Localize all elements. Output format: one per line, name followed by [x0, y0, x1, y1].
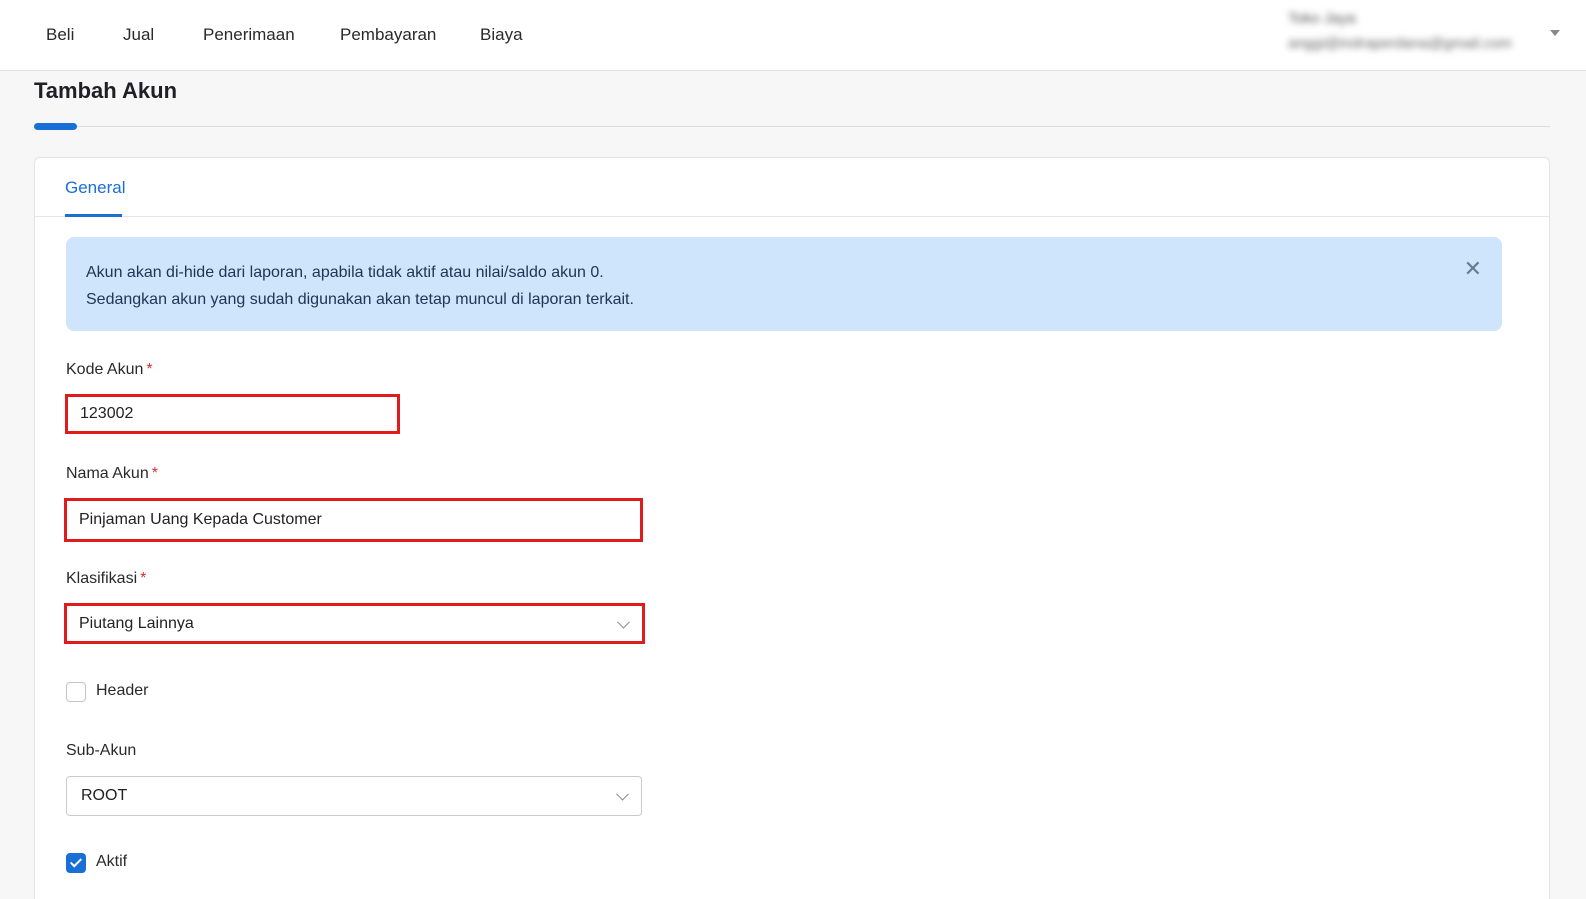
- sub-akun-select[interactable]: ROOT: [66, 776, 642, 816]
- kode-akun-label-text: Kode Akun: [66, 361, 144, 378]
- alert-text-line-2: Sedangkan akun yang sudah digunakan akan…: [86, 291, 634, 308]
- klasifikasi-select[interactable]: Piutang Lainnya: [64, 603, 645, 644]
- top-navbar: Beli Jual Penerimaan Pembayaran Biaya To…: [0, 0, 1586, 71]
- nama-akun-value: Pinjaman Uang Kepada Customer: [79, 511, 322, 528]
- aktif-checkbox-label[interactable]: Aktif: [96, 853, 127, 871]
- klasifikasi-value: Piutang Lainnya: [79, 614, 194, 632]
- klasifikasi-label-text: Klasifikasi: [66, 570, 138, 587]
- chevron-down-icon: [616, 787, 629, 801]
- nav-item-beli[interactable]: Beli: [46, 25, 74, 45]
- required-asterisk: *: [140, 570, 147, 587]
- header-checkbox[interactable]: [66, 682, 86, 702]
- chevron-down-icon: [617, 615, 630, 629]
- tabs-bar: General: [35, 158, 1549, 217]
- kode-akun-value: 123002: [80, 405, 134, 422]
- sub-akun-value: ROOT: [81, 787, 128, 804]
- header-checkbox-label[interactable]: Header: [96, 682, 148, 700]
- checkmark-icon: [69, 855, 83, 868]
- sub-akun-label: Sub-Akun: [66, 742, 136, 760]
- user-name: Toko Jaya: [1288, 10, 1356, 27]
- nav-item-biaya[interactable]: Biaya: [480, 25, 523, 45]
- nama-akun-label-text: Nama Akun: [66, 465, 149, 482]
- form-card: General Akun akan di-hide dari laporan, …: [34, 157, 1550, 899]
- user-email: anggi@indraperdana@gmail.com: [1288, 35, 1512, 52]
- kode-akun-label: Kode Akun *: [66, 361, 153, 379]
- close-icon[interactable]: ✕: [1464, 258, 1482, 280]
- aktif-checkbox[interactable]: [66, 853, 86, 873]
- title-accent-bar: [34, 123, 77, 130]
- nama-akun-input[interactable]: Pinjaman Uang Kepada Customer: [64, 498, 643, 542]
- alert-text-line-1: Akun akan di-hide dari laporan, apabila …: [86, 264, 604, 281]
- title-divider: [34, 126, 1550, 127]
- nav-item-penerimaan[interactable]: Penerimaan: [203, 25, 295, 45]
- required-asterisk: *: [146, 361, 153, 378]
- sub-akun-label-text: Sub-Akun: [66, 742, 137, 759]
- info-alert: Akun akan di-hide dari laporan, apabila …: [66, 237, 1502, 331]
- nav-item-jual[interactable]: Jual: [123, 25, 154, 45]
- caret-down-icon[interactable]: [1550, 30, 1560, 36]
- tab-general[interactable]: General: [65, 178, 125, 198]
- nav-item-pembayaran[interactable]: Pembayaran: [340, 25, 436, 45]
- nama-akun-label: Nama Akun *: [66, 465, 158, 483]
- page-title: Tambah Akun: [34, 78, 178, 103]
- klasifikasi-label: Klasifikasi *: [66, 570, 146, 588]
- kode-akun-input[interactable]: 123002: [65, 394, 400, 434]
- tab-active-indicator: [65, 214, 122, 217]
- required-asterisk: *: [151, 465, 158, 482]
- user-menu[interactable]: Toko Jaya anggi@indraperdana@gmail.com: [1288, 10, 1538, 60]
